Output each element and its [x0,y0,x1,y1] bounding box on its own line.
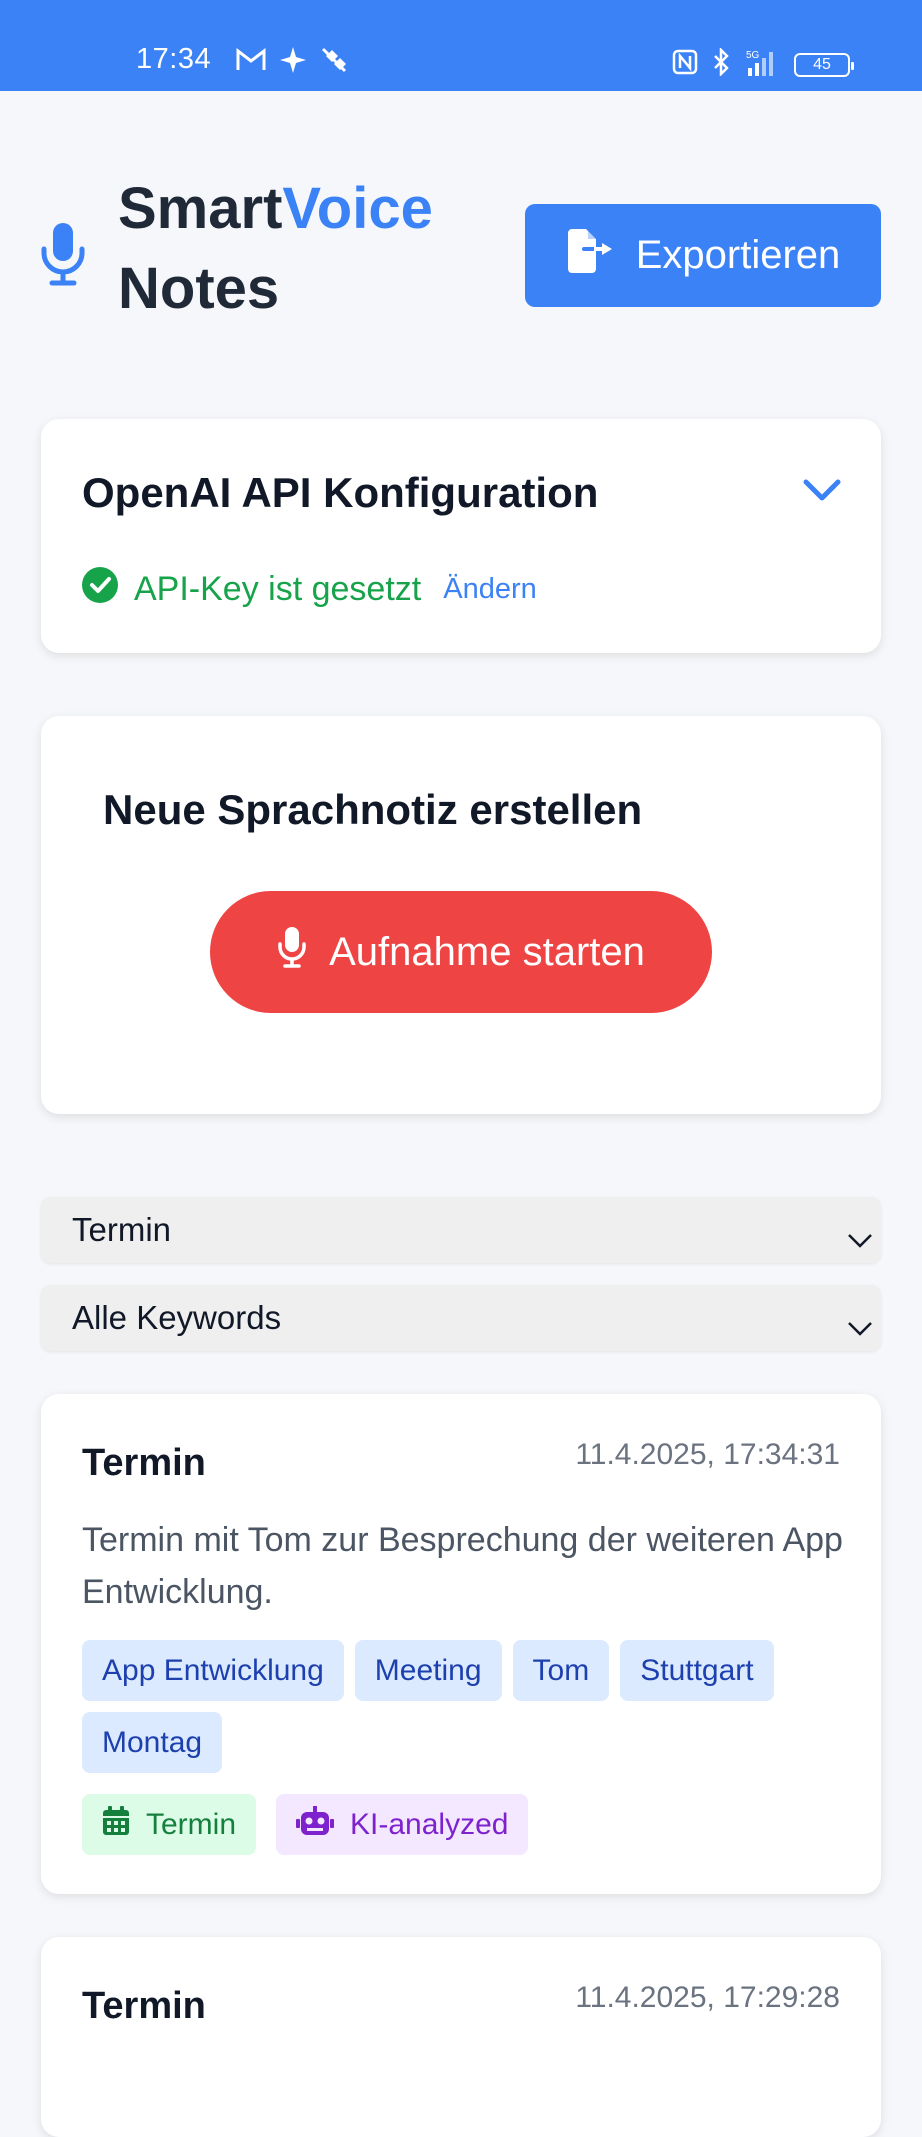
keyword-tag[interactable]: Meeting [354,1640,502,1701]
api-config-title: OpenAI API Konfiguration [82,469,599,516]
notification-icons [236,46,348,79]
status-bar: 17:34 5G 45 [0,0,922,91]
ai-badge-label: KI-analyzed [350,1807,509,1841]
app-title-voice: Voice [282,176,433,241]
new-note-card: Neue Sprachnotiz erstellen Aufnahme star… [41,716,881,1114]
sparkle-icon [280,47,306,78]
microphone-icon [277,926,307,978]
category-badge-label: Termin [146,1807,237,1841]
api-key-status: API-Key ist gesetzt Ändern [82,567,537,612]
keyword-tag[interactable]: Tom [512,1640,610,1701]
app-header: SmartVoice Notes Exportieren [0,91,922,411]
start-recording-label: Aufnahme starten [329,929,645,974]
keyword-filter-value: Alle Keywords [72,1299,282,1336]
category-filter-value: Termin [72,1211,172,1248]
note-text: Termin mit Tom zur Besprechung der weite… [82,1521,843,1611]
file-export-icon [566,228,614,283]
chevron-down-icon [847,1219,873,1257]
api-key-status-text: API-Key ist gesetzt [134,570,422,608]
svg-text:5G: 5G [746,50,760,61]
note-title: Termin [82,1442,206,1484]
category-badge: Termin [82,1794,257,1855]
keyword-tag[interactable]: App Entwicklung [82,1640,344,1701]
export-button[interactable]: Exportieren [525,204,881,307]
bluetooth-icon [712,46,732,81]
app-title-smart: Smart [118,176,283,241]
note-timestamp: 11.4.2025, 17:29:28 [575,1981,840,2014]
calendar-icon [102,1805,130,1844]
battery-level: 45 [813,55,831,73]
keyword-list: App Entwicklung Meeting Tom Stuttgart Mo… [82,1640,852,1773]
battery-icon: 45 [794,52,854,77]
note-card[interactable]: Termin 11.4.2025, 17:34:31 Termin mit To… [41,1394,881,1894]
status-time: 17:34 [136,43,212,75]
keyword-tag[interactable]: Stuttgart [620,1640,774,1701]
app-title-notes: Notes [118,256,280,321]
satellite-off-icon [320,46,348,79]
gmail-icon [236,47,266,77]
start-recording-button[interactable]: Aufnahme starten [210,891,712,1013]
note-badges: Termin KI-analyzed [82,1794,529,1855]
nfc-icon [672,49,698,80]
category-filter-select[interactable]: Termin [41,1197,881,1263]
note-timestamp: 11.4.2025, 17:34:31 [575,1438,840,1471]
chevron-down-icon[interactable] [803,479,841,508]
ai-analyzed-badge: KI-analyzed [276,1794,529,1855]
note-card[interactable]: Termin 11.4.2025, 17:29:28 [41,1937,881,2137]
signal-5g-icon: 5G [746,48,780,81]
change-api-key-link[interactable]: Ändern [443,573,537,606]
api-config-card: OpenAI API Konfiguration API-Key ist ges… [41,419,881,653]
chevron-down-icon [847,1307,873,1345]
system-icons: 5G 45 [672,46,854,81]
keyword-filter-select[interactable]: Alle Keywords [41,1285,881,1351]
microphone-logo-icon [40,221,86,292]
robot-icon [296,1805,335,1844]
new-note-title: Neue Sprachnotiz erstellen [103,786,643,833]
check-circle-icon [82,567,118,612]
export-label: Exportieren [635,233,841,277]
keyword-tag[interactable]: Montag [82,1712,223,1773]
note-title: Termin [82,1985,206,2027]
app-title: SmartVoice Notes [118,169,433,329]
